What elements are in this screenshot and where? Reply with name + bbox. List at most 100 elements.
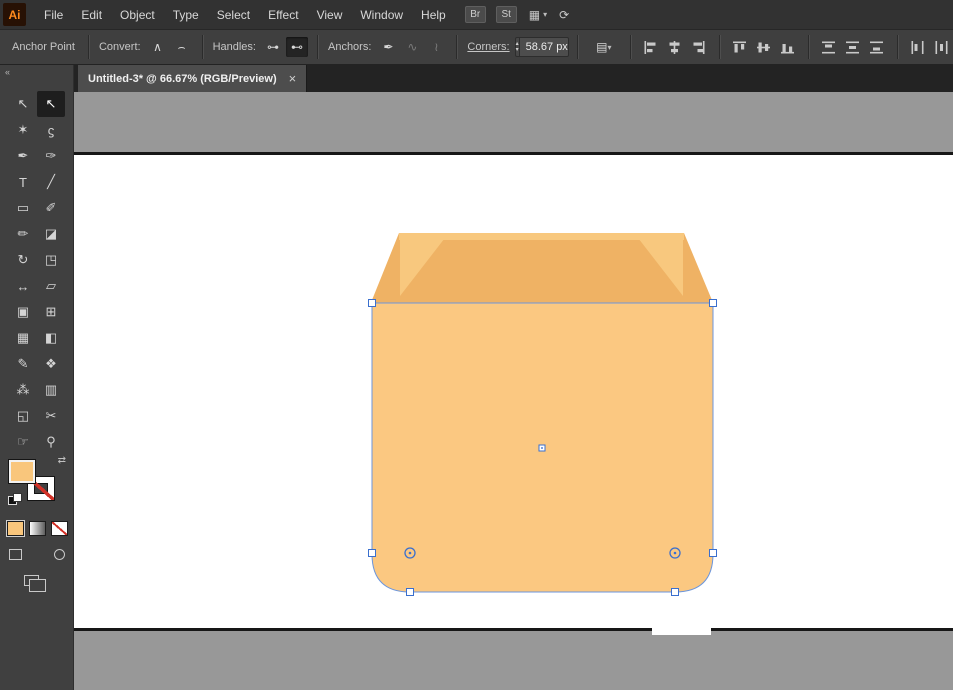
symbol-sprayer-tool[interactable]: ⁂ — [9, 377, 37, 403]
menu-help[interactable]: Help — [412, 0, 455, 29]
menu-window[interactable]: Window — [351, 0, 412, 29]
gradient-button[interactable] — [29, 521, 46, 536]
free-transform-tool[interactable]: ▱ — [37, 273, 65, 299]
color-button[interactable] — [6, 520, 25, 537]
align-bottom-button[interactable] — [777, 37, 799, 57]
pencil-tool[interactable]: ✏ — [9, 221, 37, 247]
type-tool[interactable]: T — [9, 169, 37, 195]
menu-type[interactable]: Type — [164, 0, 208, 29]
magic-wand-tool[interactable]: ✶ — [9, 117, 37, 143]
convert-to-smooth-button[interactable]: ⌢ — [171, 37, 193, 57]
blend-tool[interactable]: ❖ — [37, 351, 65, 377]
menu-object[interactable]: Object — [111, 0, 164, 29]
distribute-v-center-button[interactable] — [842, 37, 864, 57]
separator — [456, 35, 458, 59]
shape-builder-tool[interactable]: ▣ — [9, 299, 37, 325]
stepper-down-icon[interactable]: ▾ — [516, 47, 519, 53]
distribute-v-center-icon — [846, 41, 860, 53]
distribute-bottom-button[interactable] — [866, 37, 888, 57]
control-bar-title: Anchor Point — [12, 41, 75, 53]
paint-style-buttons — [6, 520, 68, 537]
convert-to-corner-button[interactable]: ∧ — [147, 37, 169, 57]
bridge-button[interactable]: Br — [464, 6, 486, 23]
show-handles-button[interactable]: ⊶ — [262, 37, 284, 57]
align-h-center-button[interactable] — [664, 37, 686, 57]
workspace-switcher[interactable]: ▦ ▾ — [529, 8, 547, 22]
column-graph-tool[interactable]: ▥ — [37, 377, 65, 403]
rotate-tool[interactable]: ↻ — [9, 247, 37, 273]
align-left-button[interactable] — [640, 37, 662, 57]
slice-tool[interactable]: ✂ — [37, 403, 65, 429]
handle-bottom-right[interactable] — [671, 588, 679, 596]
handle-bottom-left[interactable] — [406, 588, 414, 596]
handles-label: Handles: — [212, 41, 256, 53]
close-icon[interactable]: × — [289, 71, 297, 86]
corners-value-field[interactable]: 58.67 px — [519, 37, 569, 57]
hide-handles-button[interactable]: ⊷ — [285, 37, 308, 57]
align-h-center-icon — [669, 40, 680, 54]
center-anchor-dot — [541, 447, 543, 449]
screen-mode-icon[interactable] — [24, 575, 46, 592]
draw-normal-icon[interactable] — [9, 549, 22, 560]
align-right-button[interactable] — [688, 37, 710, 57]
perspective-grid-tool[interactable]: ⊞ — [37, 299, 65, 325]
direct-selection-tool[interactable]: ↖ — [37, 91, 65, 117]
handle-right[interactable] — [709, 549, 717, 557]
zoom-tool[interactable]: ⚲ — [37, 429, 65, 455]
remove-anchor-button[interactable]: ✒ — [377, 37, 399, 57]
cut-path-button[interactable]: ≀ — [425, 37, 447, 57]
menu-bar: Ai File Edit Object Type Select Effect V… — [0, 0, 953, 29]
distribute-h-center-button[interactable] — [931, 37, 953, 57]
handle-top-left[interactable] — [368, 299, 376, 307]
fill-swatch[interactable] — [8, 459, 36, 484]
width-tool[interactable]: ↔ — [9, 273, 37, 299]
selection-tool[interactable]: ↖ — [9, 91, 37, 117]
handle-top-right[interactable] — [709, 299, 717, 307]
sync-status-icon[interactable]: ⟳ — [559, 8, 569, 22]
none-button[interactable] — [51, 521, 68, 536]
distribute-left-button[interactable] — [907, 37, 929, 57]
pen-tool[interactable]: ✒ — [9, 143, 37, 169]
eraser-tool[interactable]: ◪ — [37, 221, 65, 247]
curvature-tool[interactable]: ✑ — [37, 143, 65, 169]
align-right-icon — [693, 40, 705, 54]
menu-view[interactable]: View — [308, 0, 352, 29]
shape-preset-dropdown[interactable]: ▤ ▾ — [587, 37, 621, 57]
corners-stepper[interactable]: ▴ ▾ — [514, 37, 520, 57]
corners-label[interactable]: Corners: — [467, 41, 509, 53]
menu-effect[interactable]: Effect — [259, 0, 307, 29]
align-v-center-button[interactable] — [753, 37, 775, 57]
swap-fill-stroke-icon[interactable]: ⇄ — [58, 455, 66, 466]
mesh-tool[interactable]: ▦ — [9, 325, 37, 351]
document-tab[interactable]: Untitled-3* @ 66.67% (RGB/Preview) × — [78, 65, 308, 92]
lasso-tool[interactable]: ϛ — [37, 117, 65, 143]
document-canvas[interactable] — [74, 92, 953, 690]
handle-left[interactable] — [368, 549, 376, 557]
preset-icon: ▤ — [596, 40, 608, 54]
distribute-top-button[interactable] — [818, 37, 840, 57]
menu-select[interactable]: Select — [208, 0, 259, 29]
control-bar: Anchor Point Convert: ∧ ⌢ Handles: ⊶ ⊷ A… — [0, 29, 953, 65]
hand-tool[interactable]: ☞ — [9, 429, 37, 455]
line-segment-tool[interactable]: ╱ — [37, 169, 65, 195]
connect-anchors-icon: ∿ — [407, 40, 418, 54]
artwork-layer — [368, 233, 717, 596]
none-icon — [52, 522, 67, 535]
align-top-button[interactable] — [729, 37, 751, 57]
connect-anchors-button[interactable]: ∿ — [401, 37, 423, 57]
menu-file[interactable]: File — [35, 0, 72, 29]
menu-edit[interactable]: Edit — [72, 0, 111, 29]
hide-handles-icon: ⊷ — [290, 40, 303, 54]
scale-tool[interactable]: ◳ — [37, 247, 65, 273]
document-tab-bar: Untitled-3* @ 66.67% (RGB/Preview) × — [74, 65, 953, 92]
default-fill-stroke-button[interactable] — [8, 493, 22, 506]
artboard-tool[interactable]: ◱ — [9, 403, 37, 429]
draw-inside-icon[interactable] — [54, 549, 65, 560]
rectangle-tool[interactable]: ▭ — [9, 195, 37, 221]
stock-button[interactable]: St — [495, 6, 517, 23]
collapse-panel-button[interactable]: « — [5, 67, 10, 77]
paintbrush-tool[interactable]: ✐ — [37, 195, 65, 221]
gradient-tool[interactable]: ◧ — [37, 325, 65, 351]
eyedropper-tool[interactable]: ✎ — [9, 351, 37, 377]
artboard-edge-gap — [652, 625, 711, 635]
